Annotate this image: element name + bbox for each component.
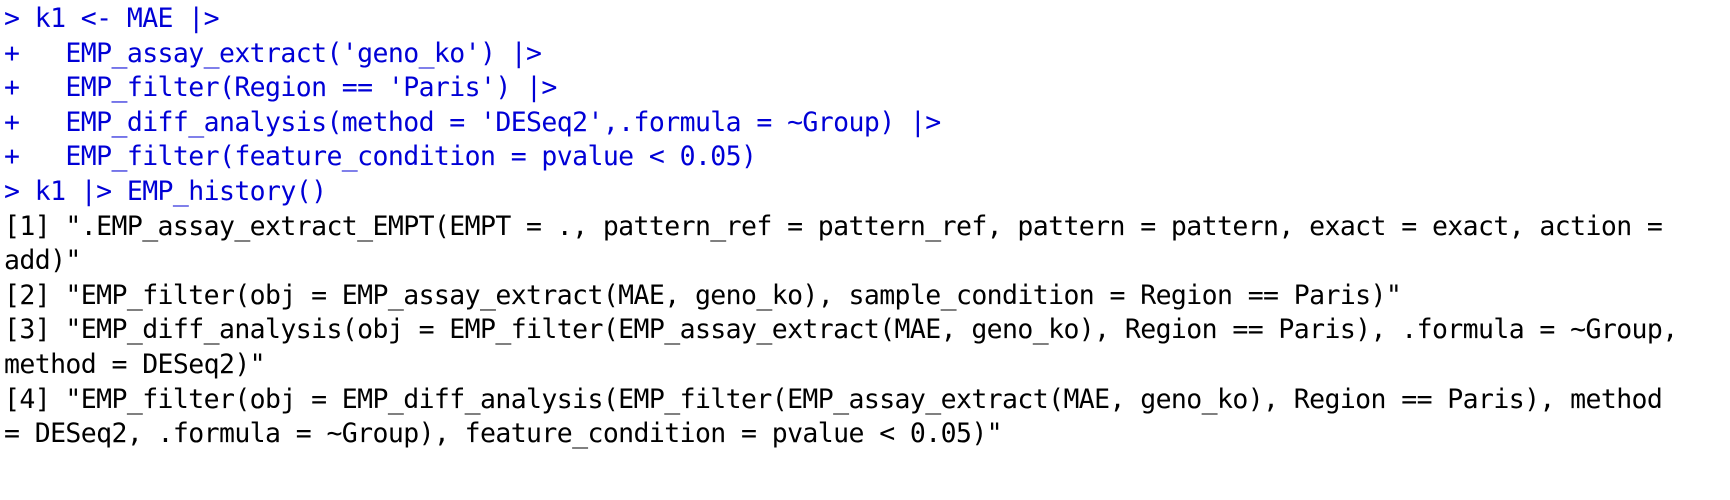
console-continuation-prompt: + bbox=[4, 72, 35, 104]
console-output-line: method = DESeq2)" bbox=[4, 348, 266, 380]
console-input-text: EMP_filter(Region == 'Paris') |> bbox=[34, 72, 557, 104]
console-continuation-prompt: + bbox=[4, 37, 35, 69]
console-continuation-line: + EMP_filter(Region == 'Paris') |> bbox=[4, 71, 1726, 106]
console-input-text: EMP_diff_analysis(method = 'DESeq2',.for… bbox=[34, 106, 941, 138]
console-continuation-prompt: + bbox=[4, 141, 35, 173]
console-output-line: add)" bbox=[4, 245, 81, 277]
console-prompt: > bbox=[4, 175, 35, 207]
console-input-text: EMP_filter(feature_condition = pvalue < … bbox=[34, 141, 757, 173]
console-output-line: [2] "EMP_filter(obj = EMP_assay_extract(… bbox=[4, 279, 1402, 311]
console-input-text: k1 |> EMP_history() bbox=[34, 175, 327, 207]
console-input-line: > k1 |> EMP_history() bbox=[4, 175, 1726, 210]
console-prompt: > bbox=[4, 3, 35, 34]
console-input-text: EMP_assay_extract('geno_ko') |> bbox=[34, 37, 542, 69]
r-console[interactable]: > k1 <- MAE |> + EMP_assay_extract('geno… bbox=[4, 2, 1726, 452]
console-continuation-line: + EMP_filter(feature_condition = pvalue … bbox=[4, 140, 1726, 175]
console-output-line: [1] ".EMP_assay_extract_EMPT(EMPT = ., p… bbox=[4, 210, 1663, 242]
console-continuation-line: + EMP_assay_extract('geno_ko') |> bbox=[4, 37, 1726, 72]
console-continuation-line: + EMP_diff_analysis(method = 'DESeq2',.f… bbox=[4, 106, 1726, 141]
console-input-text: k1 <- MAE |> bbox=[34, 3, 220, 34]
console-input-line: > k1 <- MAE |> bbox=[4, 2, 1726, 37]
console-continuation-prompt: + bbox=[4, 106, 35, 138]
console-output-line: = DESeq2, .formula = ~Group), feature_co… bbox=[4, 418, 1003, 450]
console-output-line: [4] "EMP_filter(obj = EMP_diff_analysis(… bbox=[4, 383, 1663, 415]
console-output-line: [3] "EMP_diff_analysis(obj = EMP_filter(… bbox=[4, 314, 1678, 346]
